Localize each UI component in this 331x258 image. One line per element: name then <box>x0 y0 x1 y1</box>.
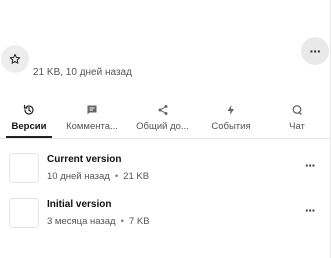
more-horizontal-icon: ··· <box>305 158 316 173</box>
tab-label: Версии <box>11 121 47 132</box>
version-meta: 3 месяца назад • 7 KB <box>47 216 150 227</box>
version-age: 10 дней назад <box>47 171 110 182</box>
share-icon <box>158 105 167 115</box>
version-size: 7 KB <box>128 216 150 227</box>
meta-separator: • <box>114 171 119 182</box>
more-horizontal-icon: ··· <box>305 203 316 218</box>
tab-sharing[interactable]: Общий до... <box>126 100 199 138</box>
history-icon <box>23 104 34 115</box>
version-row-current[interactable]: Current version 10 дней назад • 21 KB ··· <box>0 153 331 189</box>
version-title: Initial version <box>47 199 112 210</box>
tab-chat[interactable]: Чат <box>263 100 331 138</box>
tab-versions[interactable]: Версии <box>0 100 58 138</box>
tab-label: Коммента... <box>66 121 118 132</box>
tab-label: События <box>211 121 251 132</box>
version-more-button[interactable]: ··· <box>305 203 316 218</box>
chat-icon <box>292 105 302 115</box>
tab-activity[interactable]: События <box>199 100 263 138</box>
version-thumbnail <box>9 198 39 228</box>
comment-icon <box>87 105 97 115</box>
version-title: Current version <box>47 154 122 165</box>
favorite-button[interactable] <box>1 45 29 73</box>
more-options-button[interactable]: ··· <box>301 37 329 65</box>
file-details-panel: ··· 21 KB, 10 дней назад Версии Коммента… <box>0 0 331 258</box>
version-row-initial[interactable]: Initial version 3 месяца назад • 7 KB ··· <box>0 198 331 234</box>
tab-comments[interactable]: Коммента... <box>58 100 126 138</box>
more-horizontal-icon: ··· <box>309 43 322 59</box>
version-more-button[interactable]: ··· <box>305 158 316 173</box>
file-size-and-modified: 21 KB, 10 дней назад <box>33 67 132 78</box>
version-thumbnail <box>9 153 39 183</box>
version-age: 3 месяца назад <box>47 216 116 227</box>
star-outline-icon <box>9 53 21 64</box>
version-size: 21 KB <box>123 171 150 182</box>
activity-bolt-icon <box>227 105 234 115</box>
meta-separator: • <box>120 216 124 227</box>
tab-label: Общий до... <box>136 121 189 132</box>
tab-label: Чат <box>289 121 305 132</box>
sidebar-tabs: Версии Коммента... Общий до... События Ч… <box>0 100 331 139</box>
version-meta: 10 дней назад • 21 KB <box>47 171 149 182</box>
